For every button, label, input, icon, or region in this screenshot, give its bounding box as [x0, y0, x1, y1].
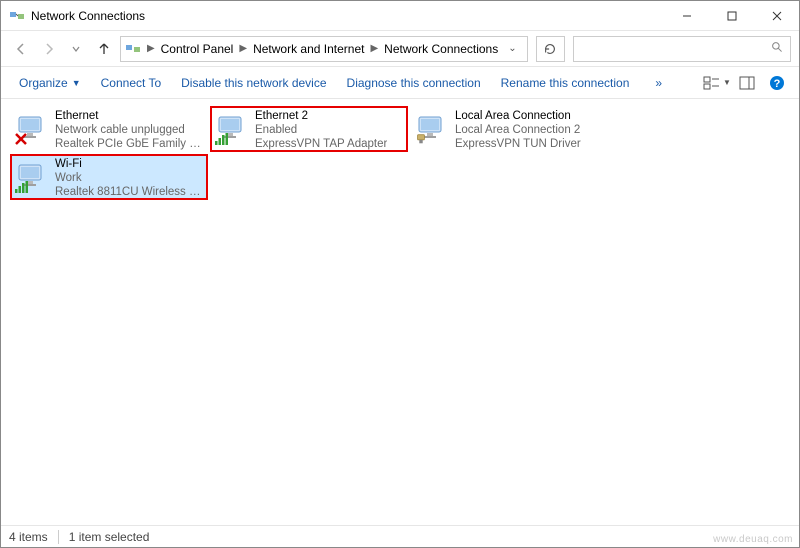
ethernet-plain-icon [415, 111, 449, 145]
help-button[interactable]: ? [763, 69, 791, 97]
app-icon [9, 8, 25, 24]
connection-item[interactable]: Ethernet 2EnabledExpressVPN TAP Adapter [211, 107, 407, 151]
rename-button[interactable]: Rename this connection [491, 67, 640, 98]
connection-item[interactable]: EthernetNetwork cable unpluggedRealtek P… [11, 107, 207, 151]
connection-adapter: ExpressVPN TAP Adapter [255, 137, 387, 151]
connection-adapter: Realtek 8811CU Wireless LAN 802... [55, 185, 205, 199]
connection-item[interactable]: Wi-FiWorkRealtek 8811CU Wireless LAN 802… [11, 155, 207, 199]
connection-name: Ethernet 2 [255, 109, 387, 123]
breadcrumb-segment[interactable]: Network and Internet [249, 42, 368, 56]
search-input[interactable] [573, 36, 791, 62]
status-bar: 4 items 1 item selected [1, 525, 799, 547]
view-options-button[interactable]: ▼ [703, 69, 731, 97]
wifi-icon [15, 159, 49, 193]
titlebar: Network Connections [1, 1, 799, 31]
connection-name: Ethernet [55, 109, 205, 123]
watermark: www.deuaq.com [713, 534, 793, 545]
connection-status: Local Area Connection 2 [455, 123, 581, 137]
more-commands-button[interactable]: » [645, 67, 672, 98]
disable-device-button[interactable]: Disable this network device [171, 67, 336, 98]
up-button[interactable] [92, 37, 116, 61]
connection-status: Network cable unplugged [55, 123, 205, 137]
diagnose-button[interactable]: Diagnose this connection [337, 67, 491, 98]
connection-status: Work [55, 171, 205, 185]
connection-adapter: Realtek PCIe GbE Family Controller [55, 137, 205, 151]
search-icon [771, 41, 784, 57]
organize-button[interactable]: Organize ▼ [9, 67, 91, 98]
location-icon [125, 41, 141, 57]
status-item-count: 4 items [9, 530, 48, 544]
connection-status: Enabled [255, 123, 387, 137]
command-bar: Organize ▼ Connect To Disable this netwo… [1, 67, 799, 99]
refresh-button[interactable] [536, 36, 566, 62]
connections-list: EthernetNetwork cable unpluggedRealtek P… [1, 101, 799, 525]
breadcrumb-dropdown-button[interactable]: ⌄ [502, 43, 522, 54]
breadcrumb-segment[interactable]: Control Panel [157, 42, 238, 56]
close-button[interactable] [754, 1, 799, 30]
connection-adapter: ExpressVPN TUN Driver [455, 137, 581, 151]
recent-locations-button[interactable] [64, 37, 88, 61]
breadcrumb-segment[interactable]: Network Connections [380, 42, 502, 56]
chevron-right-icon: ▶ [368, 43, 380, 54]
ethernet-disconnected-icon [15, 111, 49, 145]
window-controls [664, 1, 799, 30]
ethernet-enabled-icon [215, 111, 249, 145]
window-title: Network Connections [31, 9, 664, 23]
status-selected-count: 1 item selected [69, 530, 150, 544]
back-button[interactable] [9, 37, 33, 61]
svg-text:?: ? [774, 78, 781, 90]
connection-name: Wi-Fi [55, 157, 205, 171]
forward-button[interactable] [37, 37, 61, 61]
maximize-button[interactable] [709, 1, 754, 30]
chevron-right-icon: ▶ [237, 43, 249, 54]
connection-name: Local Area Connection [455, 109, 581, 123]
breadcrumb[interactable]: ▶ Control Panel ▶ Network and Internet ▶… [120, 36, 528, 62]
chevron-right-icon: ▶ [145, 43, 157, 54]
address-bar: ▶ Control Panel ▶ Network and Internet ▶… [1, 31, 799, 67]
connect-to-button[interactable]: Connect To [91, 67, 172, 98]
preview-pane-button[interactable] [733, 69, 761, 97]
chevron-down-icon: ▼ [72, 78, 81, 88]
connection-item[interactable]: Local Area ConnectionLocal Area Connecti… [411, 107, 607, 151]
minimize-button[interactable] [664, 1, 709, 30]
